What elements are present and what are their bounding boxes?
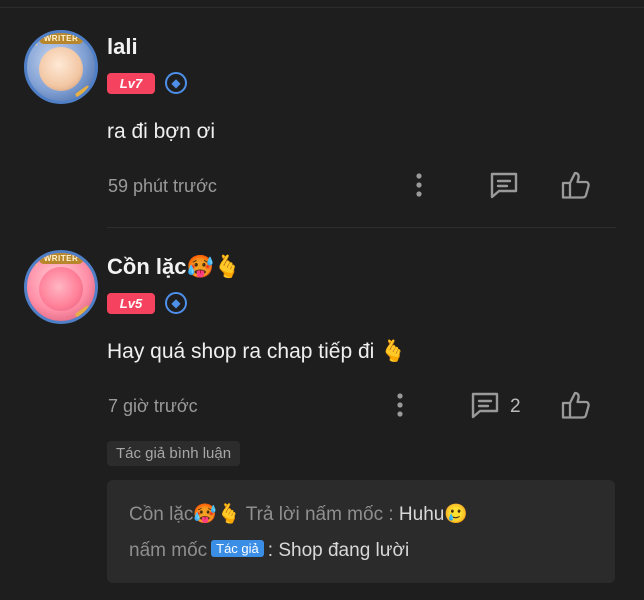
- comment-text: Hay quá shop ra chap tiếp đi 🫰: [107, 340, 407, 363]
- divider: [107, 227, 616, 228]
- thumbs-up-icon[interactable]: [560, 389, 592, 421]
- author-tag-badge: Tác giả: [211, 540, 264, 557]
- reply-line: Cồn lặc🥵🫰 Trả lời nấm mốc : Huhu🥲: [129, 502, 468, 526]
- avatar[interactable]: WRITER ★: [24, 30, 98, 104]
- level-badge: Lv7: [107, 73, 155, 94]
- avatar-image: [39, 47, 83, 91]
- author-name[interactable]: nấm mốc: [129, 540, 207, 561]
- reply-count: 2: [510, 396, 521, 417]
- star-icon: ★: [29, 35, 40, 49]
- avatar-image: [39, 267, 83, 311]
- reply-action: Trả lời nấm mốc :: [245, 504, 394, 525]
- star-icon: ★: [29, 255, 40, 269]
- reply-preview[interactable]: Cồn lặc🥵🫰 Trả lời nấm mốc : Huhu🥲 nấm mố…: [107, 480, 615, 583]
- pen-icon: [74, 84, 92, 100]
- reply-from[interactable]: Cồn lặc🥵🫰: [129, 504, 241, 525]
- comment-text: ra đi bợn ơi: [107, 120, 216, 143]
- author-reply-text: : Shop đang lười: [267, 540, 410, 561]
- username[interactable]: lali: [107, 34, 138, 60]
- avatar-banner: WRITER: [38, 253, 84, 264]
- level-badge: Lv5: [107, 293, 155, 314]
- more-vertical-icon[interactable]: [413, 171, 425, 199]
- pen-icon: [74, 304, 92, 320]
- more-vertical-icon[interactable]: [394, 391, 406, 419]
- comment-time: 7 giờ trước: [108, 396, 198, 416]
- avatar-banner: WRITER: [38, 33, 84, 44]
- ethereum-icon: ◆: [165, 72, 187, 94]
- author-commented-badge: Tác giả bình luận: [107, 441, 241, 466]
- comment-time: 59 phút trước: [108, 176, 217, 196]
- comment-icon[interactable]: [469, 390, 501, 420]
- top-divider: [0, 7, 644, 8]
- comment-icon[interactable]: [488, 170, 520, 200]
- username[interactable]: Cồn lặc🥵🫰: [107, 254, 241, 280]
- ethereum-icon: ◆: [165, 292, 187, 314]
- reply-text: Huhu🥲: [398, 504, 469, 525]
- avatar[interactable]: WRITER ★: [24, 250, 98, 324]
- author-reply-line: nấm mốc Tác giả: Shop đang lười: [129, 540, 409, 562]
- thumbs-up-icon[interactable]: [560, 169, 592, 201]
